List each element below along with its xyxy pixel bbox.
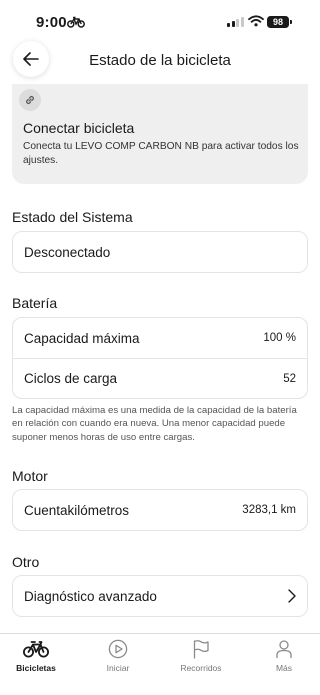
battery-capacity-row: Capacidad máxima 100 % [13, 318, 307, 358]
system-status-card: Desconectado [12, 231, 308, 273]
row-value: 52 [283, 372, 296, 385]
row-label: Cuentakilómetros [24, 502, 130, 518]
connect-description: Conecta tu LEVO COMP CARBON NB para acti… [23, 141, 299, 166]
tab-label: Recorridos [180, 663, 222, 673]
motor-section-title: Motor [12, 468, 48, 484]
connect-bike-card[interactable]: Conectar bicicleta Conecta tu LEVO COMP … [12, 84, 308, 184]
tab-label: Más [275, 663, 293, 673]
header: Estado de la bicicleta [0, 40, 320, 84]
system-section-title: Estado del Sistema [12, 209, 133, 225]
tab-iniciar[interactable]: Iniciar [86, 639, 150, 673]
connect-title: Conectar bicicleta [23, 120, 135, 136]
row-value: 3283,1 km [242, 504, 296, 516]
battery-section-title: Batería [12, 295, 58, 311]
row-label: Capacidad máxima [24, 330, 140, 346]
tab-bar: Bicicletas Iniciar Recorridos Más [0, 633, 320, 695]
tab-bicicletas[interactable]: Bicicletas [4, 639, 68, 673]
battery-nub [290, 20, 292, 24]
tab-label: Bicicletas [16, 663, 56, 673]
bike-icon [23, 641, 49, 658]
odometer-row: Cuentakilómetros 3283,1 km [13, 490, 307, 530]
motor-card: Cuentakilómetros 3283,1 km [12, 489, 308, 531]
cellular-signal-icon [227, 17, 244, 27]
play-icon [108, 639, 128, 659]
flag-icon [193, 640, 209, 659]
wifi-icon [248, 15, 264, 27]
charge-cycles-row: Ciclos de carga 52 [13, 358, 307, 398]
arrow-left-icon [23, 52, 39, 66]
chevron-right-icon [288, 589, 296, 603]
battery-indicator: 98 [267, 16, 289, 28]
tab-mas[interactable]: Más [252, 639, 316, 673]
person-icon [276, 640, 292, 658]
tab-recorridos[interactable]: Recorridos [169, 639, 233, 673]
row-label: Ciclos de carga [24, 371, 118, 386]
system-status-row: Desconectado [13, 232, 307, 272]
status-time: 9:00 [36, 14, 67, 31]
status-bar: 9:00 98 [0, 0, 320, 44]
system-status-value: Desconectado [24, 244, 111, 260]
battery-note: La capacidad máxima es una medida de la … [12, 405, 297, 443]
back-button[interactable] [13, 41, 49, 77]
link-icon [19, 89, 41, 111]
row-value: 100 % [263, 332, 296, 344]
other-section-title: Otro [12, 554, 40, 570]
tab-label: Iniciar [106, 663, 130, 673]
bike-status-icon [67, 16, 85, 28]
other-card: Diagnóstico avanzado [12, 575, 308, 617]
battery-card: Capacidad máxima 100 % Ciclos de carga 5… [12, 317, 308, 399]
advanced-diagnostics-row[interactable]: Diagnóstico avanzado [13, 576, 307, 616]
row-label: Diagnóstico avanzado [24, 588, 157, 604]
